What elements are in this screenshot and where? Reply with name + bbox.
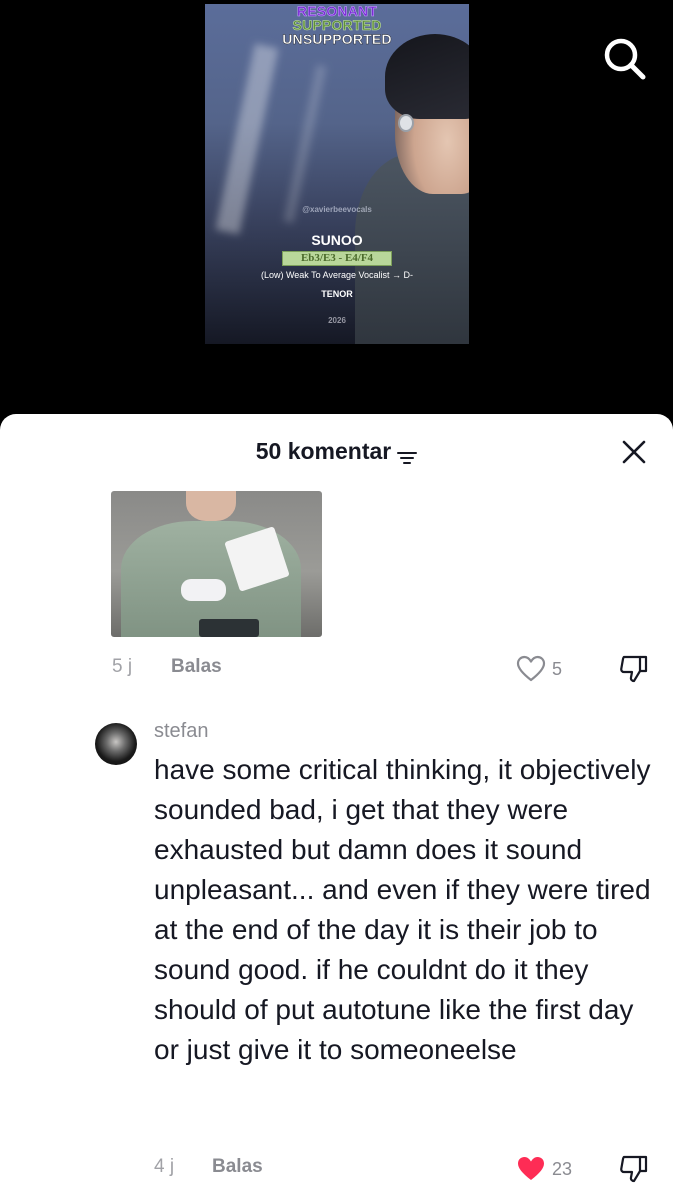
singer-hair [385,34,469,119]
comment-username[interactable]: stefan [154,720,208,743]
thumbs-down-icon [620,1155,648,1183]
vocal-range-label: Eb3/E3 - E4/F4 [282,251,392,266]
light-streak [283,64,327,224]
legend-resonant: RESONANT [296,4,378,19]
like-button[interactable]: 5 [516,654,562,684]
dislike-button[interactable] [618,1154,650,1184]
video-year: 2026 [328,316,346,325]
thumbs-down-icon [620,655,648,683]
sort-filter-icon[interactable] [397,445,418,464]
comment-count: 50 komentar [255,438,392,464]
comment-timestamp: 4 j [154,1156,175,1177]
comments-title: 50 komentar [0,438,673,465]
comment-timestamp: 5 j [112,656,133,677]
heart-filled-icon [518,1157,544,1180]
video-thumbnail[interactable]: RESONANT SUPPORTED UNSUPPORTED @xavierbe… [205,4,469,344]
earpiece [398,114,414,132]
image-device [199,619,259,637]
support-legend: RESONANT SUPPORTED UNSUPPORTED [205,4,469,46]
reply-button[interactable]: Balas [212,1156,263,1178]
vocalist-rating: (Low) Weak To Average Vocalist → D- [260,270,414,280]
comment-text: have some critical thinking, it objectiv… [154,754,651,1065]
close-icon [622,440,646,464]
image-person-face [186,491,236,521]
search-icon [604,38,646,80]
heart-outline-icon [516,655,546,682]
legend-supported: SUPPORTED [292,17,382,33]
image-glove [181,579,226,601]
reply-button[interactable]: Balas [171,656,222,678]
dislike-button[interactable] [618,654,650,684]
video-watermark: @xavierbeevocals [302,205,372,214]
avatar[interactable] [95,723,137,765]
video-player[interactable]: RESONANT SUPPORTED UNSUPPORTED @xavierbe… [0,0,673,430]
like-count: 23 [552,1158,573,1179]
comments-sheet: 50 komentar 5 j Balas 5 stefan have some… [0,414,673,1200]
singer-name: SUNOO [311,232,363,248]
comment-actions: 5 j Balas 5 [0,654,673,684]
comments-header: 50 komentar [0,414,673,486]
like-button[interactable]: 23 [516,1154,572,1184]
search-button[interactable] [600,34,648,82]
like-count: 5 [552,658,563,679]
comment-image[interactable] [111,491,322,637]
voice-type: TENOR [321,289,353,299]
comment-actions: 4 j Balas 23 [0,1154,673,1184]
close-button[interactable] [620,438,648,466]
legend-unsupported: UNSUPPORTED [282,31,392,47]
